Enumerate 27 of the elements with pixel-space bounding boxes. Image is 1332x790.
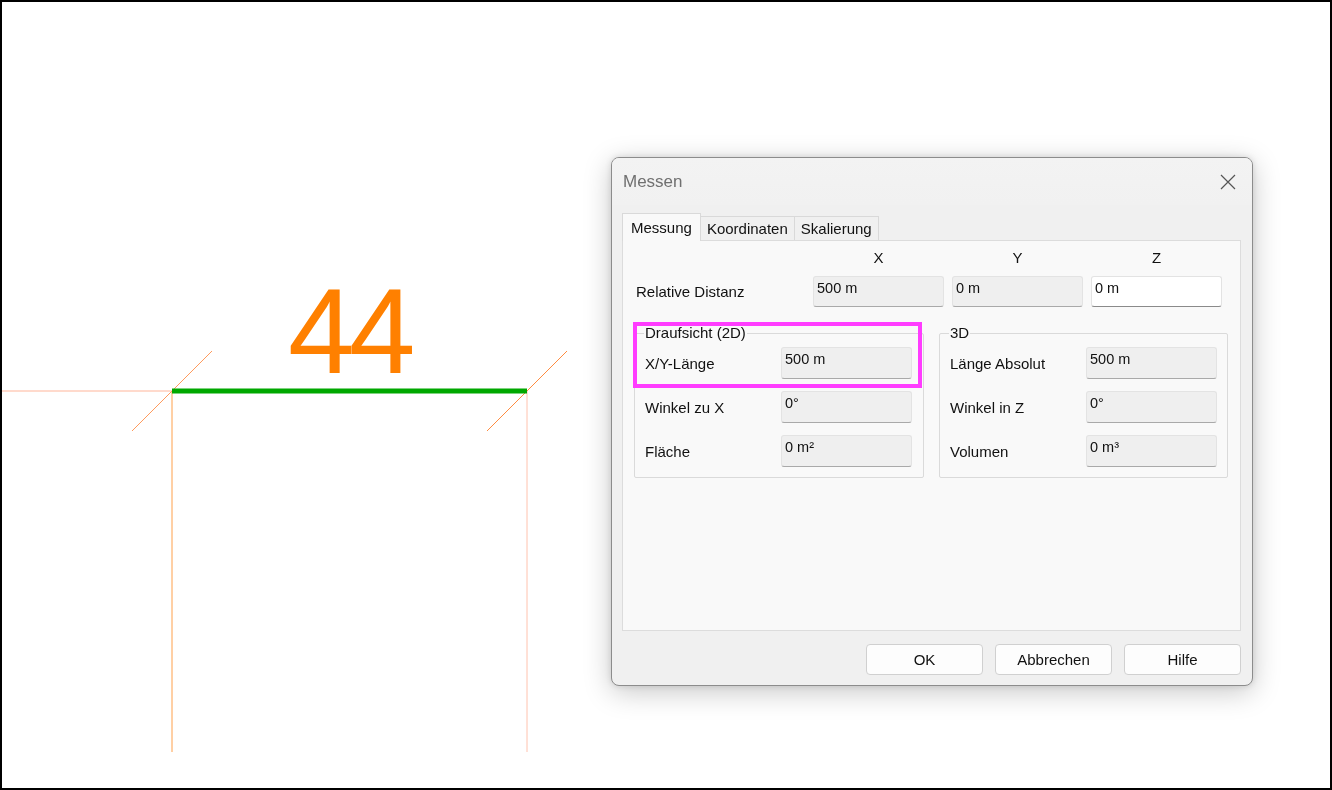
close-icon[interactable] xyxy=(1220,173,1236,190)
dialog-button[interactable]: OK xyxy=(866,644,983,675)
column-header: Y xyxy=(1011,248,1024,268)
field-label: Fläche xyxy=(645,442,691,460)
field-label: Winkel in Z xyxy=(950,398,1025,416)
value-field[interactable]: 500 m xyxy=(781,347,912,379)
value-field[interactable]: 0 m xyxy=(952,276,1083,307)
field-label: Relative Distanz xyxy=(636,283,745,300)
tab[interactable]: Messung xyxy=(622,213,701,241)
field-label: X/Y-Länge xyxy=(645,354,715,372)
dialog-button[interactable]: Hilfe xyxy=(1124,644,1241,675)
tab[interactable]: Skalierung xyxy=(793,216,879,240)
value-field[interactable]: 0 m³ xyxy=(1086,435,1217,467)
field-label: Volumen xyxy=(950,442,1009,460)
value-field[interactable]: 0° xyxy=(1086,391,1217,423)
column-header: X xyxy=(872,248,885,268)
value-field[interactable]: 500 m xyxy=(1086,347,1217,379)
window-title: Messen xyxy=(623,171,683,192)
input-field[interactable]: 0 m xyxy=(1091,276,1222,307)
field-label: Länge Absolut xyxy=(950,354,1046,372)
dimension-label: 44 xyxy=(288,271,410,391)
column-header: Z xyxy=(1150,248,1163,268)
dialog-button[interactable]: Abbrechen xyxy=(995,644,1112,675)
field-label: Winkel zu X xyxy=(645,398,725,416)
value-field[interactable]: 0 m² xyxy=(781,435,912,467)
value-field[interactable]: 500 m xyxy=(813,276,944,307)
value-field[interactable]: 0° xyxy=(781,391,912,423)
